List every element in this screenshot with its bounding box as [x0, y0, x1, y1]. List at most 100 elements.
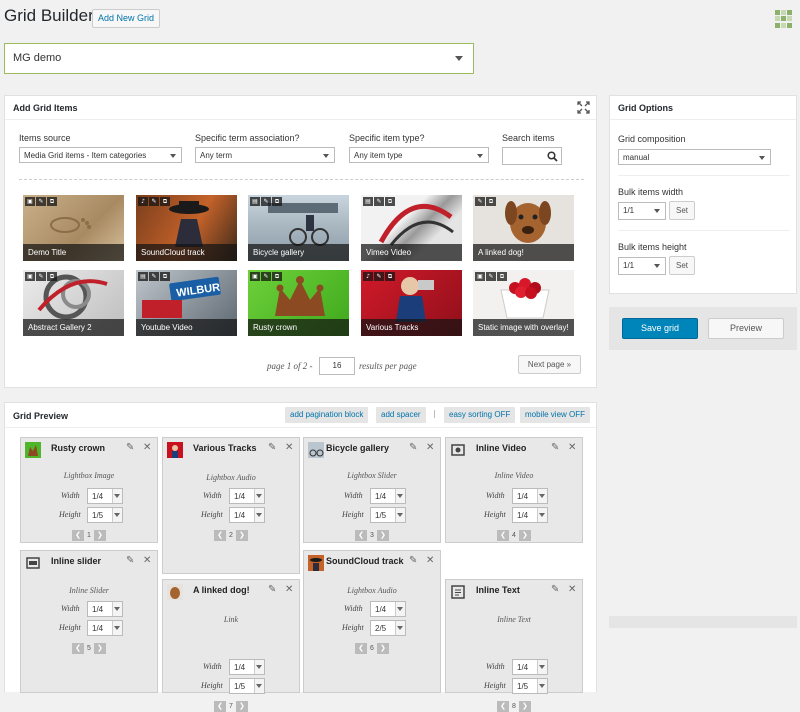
move-right-icon[interactable]: ❯ — [235, 530, 248, 541]
mobile-view-toggle[interactable]: mobile view OFF — [520, 407, 591, 423]
preview-card[interactable]: Inline Text ✎ ✕ Inline Text Width 1/4 Height 1/… — [445, 579, 583, 712]
edit-icon[interactable]: ✎ — [126, 442, 134, 453]
move-right-icon[interactable]: ❯ — [93, 530, 106, 541]
edit-icon[interactable]: ✎ — [374, 197, 384, 206]
edit-icon[interactable]: ✎ — [551, 442, 559, 453]
height-select[interactable]: 1/5 — [87, 507, 123, 523]
item-thumb[interactable]: ♪ ✎ ⧉ Various Tracks — [361, 270, 462, 336]
edit-icon[interactable]: ✎ — [261, 197, 271, 206]
move-right-icon[interactable]: ❯ — [518, 530, 531, 541]
move-right-icon[interactable]: ❯ — [376, 643, 389, 654]
copy-icon[interactable]: ⧉ — [272, 272, 282, 281]
copy-icon[interactable]: ⧉ — [385, 272, 395, 281]
move-left-icon[interactable]: ❮ — [214, 530, 227, 541]
preview-card[interactable]: Inline Video ✎ ✕ Inline Video Width 1/4 Height… — [445, 437, 583, 543]
height-select[interactable]: 1/4 — [87, 620, 123, 636]
edit-icon[interactable]: ✎ — [486, 272, 496, 281]
move-left-icon[interactable]: ❮ — [355, 643, 368, 654]
edit-icon[interactable]: ✎ — [149, 197, 159, 206]
preview-card[interactable]: Various Tracks ✎ ✕ Lightbox Audio Width 1/4 He… — [162, 437, 300, 574]
width-select[interactable]: 1/4 — [512, 659, 548, 675]
width-select[interactable]: 1/4 — [512, 488, 548, 504]
move-left-icon[interactable]: ❮ — [72, 643, 85, 654]
edit-icon[interactable]: ✎ — [36, 197, 46, 206]
add-pagination-button[interactable]: add pagination block — [285, 407, 369, 423]
height-select[interactable]: 1/5 — [370, 507, 406, 523]
edit-icon[interactable]: ✎ — [126, 555, 134, 566]
edit-icon[interactable]: ✎ — [268, 442, 276, 453]
close-icon[interactable]: ✕ — [285, 442, 293, 453]
close-icon[interactable]: ✕ — [285, 584, 293, 595]
next-page-button[interactable]: Next page » — [518, 355, 581, 374]
set-height-button[interactable]: Set — [669, 256, 695, 275]
preview-card[interactable]: Rusty crown ✎ ✕ Lightbox Image Width 1/4 Heigh… — [20, 437, 158, 543]
preview-card[interactable]: A linked dog! ✎ ✕ Link Width 1/4 Height 1/5 ❮ 7 ❯ — [162, 579, 300, 712]
bulk-height-select[interactable]: 1/1 — [618, 257, 666, 275]
item-thumb[interactable]: ▣ ✎ ⧉ Static image with overlay! — [473, 270, 574, 336]
close-icon[interactable]: ✕ — [143, 442, 151, 453]
item-thumb[interactable]: ▣ ✎ ⧉ Abstract Gallery 2 — [23, 270, 124, 336]
copy-icon[interactable]: ⧉ — [160, 197, 170, 206]
width-select[interactable]: 1/4 — [87, 488, 123, 504]
width-select[interactable]: 1/4 — [229, 659, 265, 675]
item-thumb[interactable]: ▣ ✎ ⧉ Demo Title — [23, 195, 124, 261]
grid-select[interactable]: MG demo — [4, 43, 474, 74]
copy-icon[interactable]: ⧉ — [160, 272, 170, 281]
edit-icon[interactable]: ✎ — [475, 197, 485, 206]
height-select[interactable]: 1/4 — [229, 507, 265, 523]
expand-icon[interactable] — [577, 101, 590, 114]
item-thumb[interactable]: ✎ ⧉ A linked dog! — [473, 195, 574, 261]
type-select[interactable]: Any item type — [349, 147, 489, 163]
copy-icon[interactable]: ⧉ — [497, 272, 507, 281]
width-select[interactable]: 1/4 — [370, 601, 406, 617]
term-select[interactable]: Any term — [195, 147, 335, 163]
close-icon[interactable]: ✕ — [568, 584, 576, 595]
move-left-icon[interactable]: ❮ — [72, 530, 85, 541]
add-spacer-button[interactable]: add spacer — [376, 407, 426, 423]
preview-card[interactable]: SoundCloud track ✎ ✕ Lightbox Audio Width 1/4… — [303, 550, 441, 693]
add-new-grid-button[interactable]: Add New Grid — [92, 9, 161, 28]
easy-sorting-toggle[interactable]: easy sorting OFF — [444, 407, 516, 423]
move-left-icon[interactable]: ❮ — [355, 530, 368, 541]
preview-card[interactable]: Inline slider ✎ ✕ Inline Slider Width 1/4 Heig… — [20, 550, 158, 693]
search-icon[interactable] — [547, 151, 558, 162]
preview-card[interactable]: Bicycle gallery ✎ ✕ Lightbox Slider Width 1/4… — [303, 437, 441, 543]
composition-select[interactable]: manual — [618, 149, 771, 165]
item-thumb[interactable]: ▤ ✎ ⧉ Bicycle gallery — [248, 195, 349, 261]
edit-icon[interactable]: ✎ — [551, 584, 559, 595]
item-thumb[interactable]: ▣ ✎ ⧉ Rusty crown — [248, 270, 349, 336]
height-select[interactable]: 1/4 — [512, 507, 548, 523]
copy-icon[interactable]: ⧉ — [385, 197, 395, 206]
per-page-input[interactable]: 16 — [319, 357, 355, 375]
edit-icon[interactable]: ✎ — [36, 272, 46, 281]
width-select[interactable]: 1/4 — [370, 488, 406, 504]
save-grid-button[interactable]: Save grid — [622, 318, 698, 339]
move-right-icon[interactable]: ❯ — [518, 701, 531, 712]
edit-icon[interactable]: ✎ — [374, 272, 384, 281]
copy-icon[interactable]: ⧉ — [47, 197, 57, 206]
move-left-icon[interactable]: ❮ — [214, 701, 227, 712]
move-right-icon[interactable]: ❯ — [235, 701, 248, 712]
copy-icon[interactable]: ⧉ — [486, 197, 496, 206]
item-thumb[interactable]: ♪ ✎ ⧉ SoundCloud track — [136, 195, 237, 261]
edit-icon[interactable]: ✎ — [268, 584, 276, 595]
preview-button[interactable]: Preview — [708, 318, 784, 339]
copy-icon[interactable]: ⧉ — [47, 272, 57, 281]
edit-icon[interactable]: ✎ — [261, 272, 271, 281]
move-right-icon[interactable]: ❯ — [376, 530, 389, 541]
search-input[interactable] — [502, 147, 562, 165]
item-thumb[interactable]: ▤ ✎ ⧉ Vimeo Video — [361, 195, 462, 261]
move-right-icon[interactable]: ❯ — [93, 643, 106, 654]
bulk-width-select[interactable]: 1/1 — [618, 202, 666, 220]
width-select[interactable]: 1/4 — [87, 601, 123, 617]
set-width-button[interactable]: Set — [669, 201, 695, 220]
close-icon[interactable]: ✕ — [426, 442, 434, 453]
height-select[interactable]: 2/5 — [370, 620, 406, 636]
item-thumb[interactable]: WILBUR ▤ ✎ ⧉ Youtube Video — [136, 270, 237, 336]
width-select[interactable]: 1/4 — [229, 488, 265, 504]
copy-icon[interactable]: ⧉ — [272, 197, 282, 206]
close-icon[interactable]: ✕ — [426, 555, 434, 566]
edit-icon[interactable]: ✎ — [149, 272, 159, 281]
move-left-icon[interactable]: ❮ — [497, 530, 510, 541]
items-source-select[interactable]: Media Grid items - Item categories — [19, 147, 182, 163]
